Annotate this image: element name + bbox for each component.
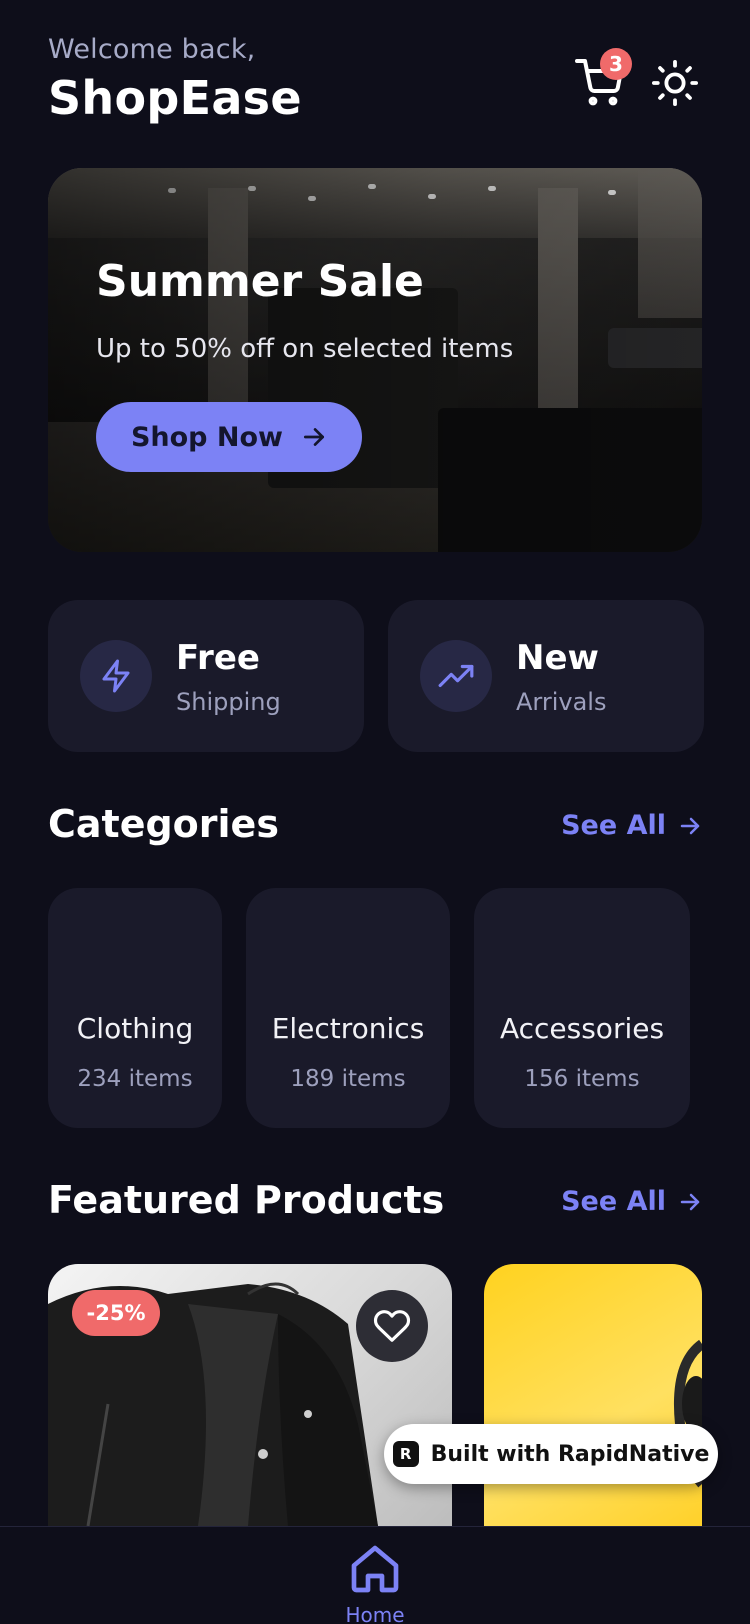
theme-toggle-button[interactable] <box>648 56 702 110</box>
favorite-button[interactable] <box>356 1290 428 1362</box>
shop-now-button[interactable]: Shop Now <box>96 402 362 472</box>
categories-see-all-link[interactable]: See All <box>561 810 702 841</box>
feature-icon-circle <box>80 640 152 712</box>
hero-subtitle: Up to 50% off on selected items <box>96 334 514 364</box>
hero-banner[interactable]: Summer Sale Up to 50% off on selected it… <box>48 168 702 552</box>
feature-subtitle: Shipping <box>176 688 281 716</box>
discount-badge: -25% <box>72 1290 160 1336</box>
built-with-label: Built with RapidNative <box>430 1441 710 1467</box>
product-card-leather-jacket[interactable]: -25% <box>48 1264 452 1526</box>
built-with-badge[interactable]: R Built with RapidNative <box>384 1424 718 1484</box>
shop-now-label: Shop Now <box>130 421 284 453</box>
bottom-tab-bar: Home <box>0 1526 750 1624</box>
rapidnative-logo-icon: R <box>392 1441 419 1467</box>
arrow-right-icon <box>303 428 325 446</box>
category-card-accessories[interactable]: Accessories 156 items <box>474 888 690 1128</box>
feature-title: Free <box>176 638 260 678</box>
see-all-label: See All <box>561 810 666 841</box>
lightning-icon <box>102 659 130 693</box>
feature-card-free-shipping[interactable]: Free Shipping <box>48 600 364 752</box>
category-card-clothing[interactable]: Clothing 234 items <box>48 888 222 1128</box>
heart-icon <box>373 1310 411 1342</box>
feature-subtitle: Arrivals <box>516 688 607 716</box>
feature-title: New <box>516 638 599 678</box>
feature-icon-circle <box>420 640 492 712</box>
tab-home[interactable]: Home <box>345 1541 405 1624</box>
categories-title: Categories <box>48 802 279 846</box>
category-name: Accessories <box>499 1012 665 1045</box>
category-name: Electronics <box>271 1012 425 1045</box>
feature-card-new-arrivals[interactable]: New Arrivals <box>388 600 704 752</box>
category-count: 156 items <box>524 1066 640 1092</box>
category-count: 189 items <box>290 1066 406 1092</box>
product-image-headphones <box>673 1339 702 1488</box>
arrow-right-icon <box>680 817 700 834</box>
header-actions: 3 <box>572 48 702 110</box>
home-icon <box>351 1545 399 1593</box>
sun-icon <box>652 60 698 106</box>
arrow-right-icon <box>680 1193 700 1210</box>
header: Welcome back, ShopEase 3 <box>48 34 702 134</box>
cart-button[interactable]: 3 <box>572 48 632 110</box>
hero-title: Summer Sale <box>96 256 424 307</box>
product-card-headphones[interactable] <box>484 1264 702 1526</box>
cart-count-badge: 3 <box>600 48 632 80</box>
category-count: 234 items <box>77 1066 193 1092</box>
trending-up-icon <box>438 664 474 688</box>
featured-products-title: Featured Products <box>48 1178 445 1222</box>
featured-see-all-link[interactable]: See All <box>561 1186 702 1217</box>
see-all-label: See All <box>561 1186 666 1217</box>
category-card-electronics[interactable]: Electronics 189 items <box>246 888 450 1128</box>
tab-home-label: Home <box>345 1603 405 1624</box>
category-name: Clothing <box>76 1012 194 1045</box>
